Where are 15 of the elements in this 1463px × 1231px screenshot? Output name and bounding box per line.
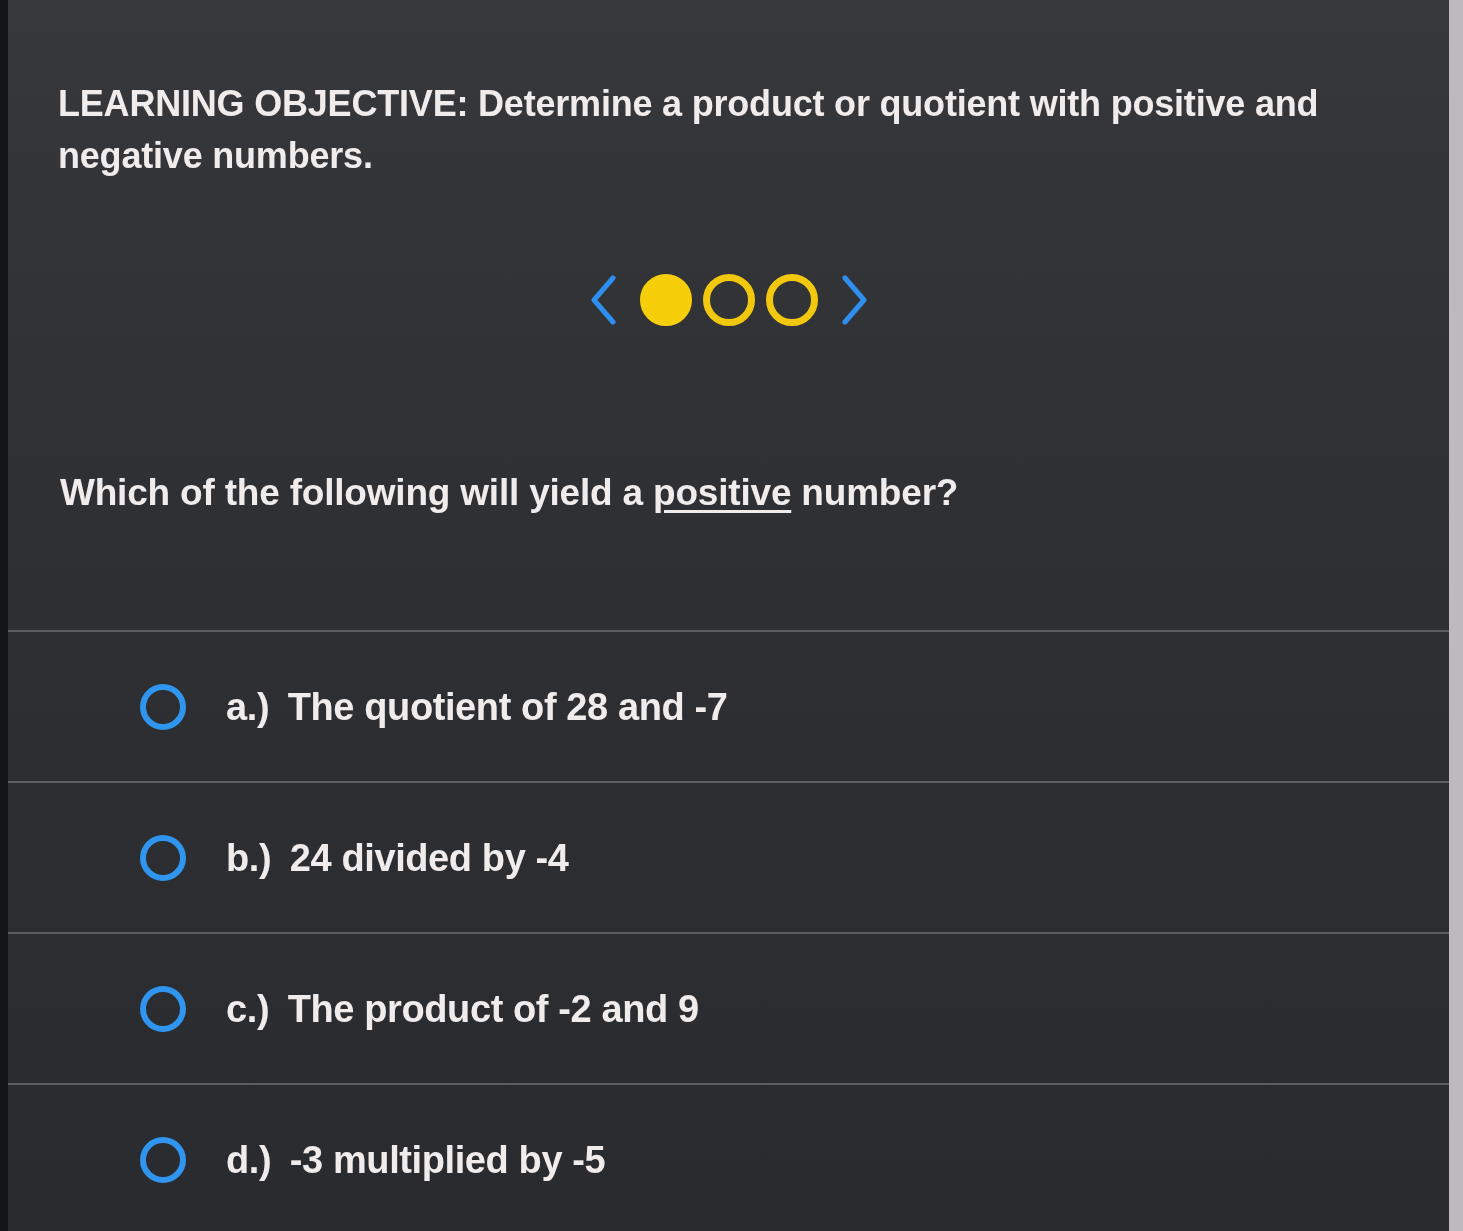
radio-button[interactable] (140, 683, 186, 730)
question-text: Which of the following will yield a positive number? (59, 471, 960, 515)
page-dot[interactable] (702, 274, 755, 326)
learning-objective-text: LEARNING OBJECTIVE: Determine a product or quotient with positive and negative numbers. (57, 82, 1320, 178)
answer-option-label[interactable]: b.) 24 divided by -4 (226, 834, 569, 881)
answer-option-label[interactable]: a.) The quotient of 28 and -7 (226, 683, 728, 730)
radio-button[interactable] (140, 1136, 186, 1183)
page-dot[interactable] (765, 274, 818, 326)
chevron-right-icon[interactable] (841, 275, 868, 325)
chevron-left-icon[interactable] (589, 275, 616, 325)
answer-option-label[interactable]: d.) -3 multiplied by -5 (226, 1136, 606, 1183)
answer-option-label[interactable]: c.) The product of -2 and 9 (226, 985, 699, 1032)
radio-button[interactable] (140, 834, 186, 881)
radio-button[interactable] (140, 985, 186, 1032)
page-dot[interactable] (639, 274, 692, 326)
